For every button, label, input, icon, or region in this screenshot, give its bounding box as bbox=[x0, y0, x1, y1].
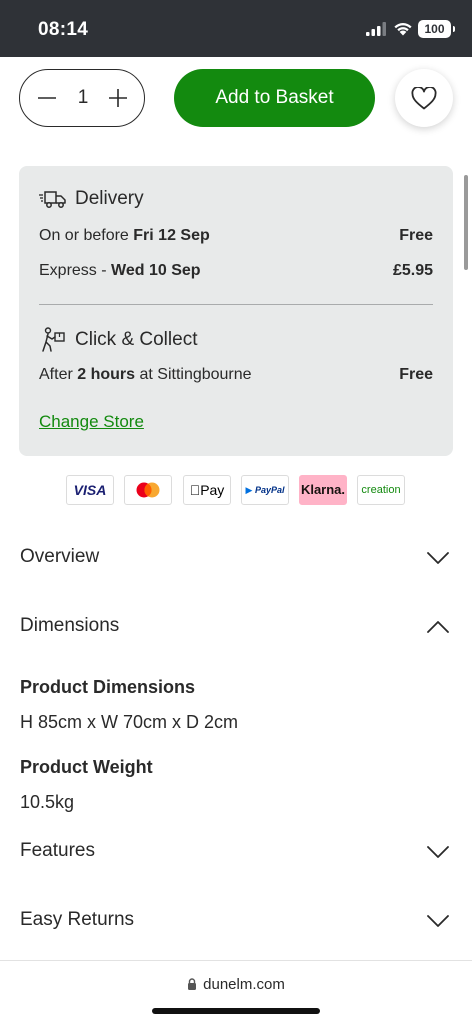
quantity-stepper: 1 bbox=[19, 69, 145, 127]
product-dimensions-title: Product Dimensions bbox=[20, 677, 196, 697]
mastercard-logo bbox=[124, 475, 172, 505]
chevron-down-icon bbox=[427, 552, 449, 564]
apple-pay-label: Pay bbox=[194, 482, 224, 498]
chevron-down-icon bbox=[427, 915, 449, 927]
lock-icon bbox=[188, 978, 197, 990]
delivery-card: Delivery On or before Fri 12 Sep Free Ex… bbox=[19, 166, 453, 456]
click-collect-price: Free bbox=[399, 366, 433, 383]
mastercard-icon bbox=[136, 482, 160, 498]
battery-indicator: 100 bbox=[418, 20, 455, 38]
standard-delivery-row: On or before Fri 12 Sep bbox=[39, 227, 433, 245]
chevron-down-icon bbox=[427, 846, 449, 858]
status-time: 08:14 bbox=[38, 19, 89, 40]
change-store-link[interactable]: Change Store bbox=[39, 412, 144, 432]
divider bbox=[39, 304, 433, 305]
product-weight-title: Product Weight bbox=[20, 757, 153, 777]
click-collect-person-icon bbox=[42, 327, 65, 352]
wishlist-button[interactable] bbox=[395, 69, 453, 127]
express-delivery-date: Wed 10 Sep bbox=[111, 262, 201, 279]
express-delivery-prefix: Express - bbox=[39, 262, 112, 279]
accordion-overview-label: Overview bbox=[20, 546, 100, 567]
click-collect-heading: Click & Collect bbox=[39, 327, 197, 353]
cellular-signal-icon bbox=[366, 22, 386, 36]
paypal-icon: ▶ bbox=[245, 485, 253, 495]
paypal-label: PayPal bbox=[254, 485, 285, 495]
home-indicator[interactable] bbox=[152, 1008, 320, 1014]
accordion-dimensions-label: Dimensions bbox=[20, 615, 120, 636]
status-bar: 08:14 100 bbox=[0, 0, 472, 57]
creation-logo: creation bbox=[357, 475, 405, 505]
express-delivery-price: £5.95 bbox=[392, 262, 433, 279]
accordion-easy-returns[interactable]: Easy Returns bbox=[0, 901, 472, 941]
accordion-features-label: Features bbox=[20, 840, 95, 861]
product-dimensions-value: H 85cm x W 70cm x D 2cm bbox=[20, 712, 239, 732]
product-weight-value: 10.5kg bbox=[20, 792, 75, 812]
quantity-value[interactable]: 1 bbox=[74, 87, 92, 109]
collect-store: at Sittingbourne bbox=[135, 366, 252, 383]
accordion-dimensions[interactable]: Dimensions bbox=[0, 607, 472, 647]
chevron-up-icon bbox=[427, 621, 449, 633]
click-collect-row: After 2 hours at Sittingbourne bbox=[39, 366, 433, 384]
accordion-overview[interactable]: Overview bbox=[0, 538, 472, 578]
click-collect-heading-label: Click & Collect bbox=[75, 329, 198, 350]
standard-delivery-date: Fri 12 Sep bbox=[133, 227, 210, 244]
scrollbar[interactable] bbox=[464, 175, 468, 270]
standard-delivery-price: Free bbox=[399, 227, 433, 244]
minus-icon[interactable] bbox=[36, 87, 58, 109]
heart-icon bbox=[411, 87, 437, 110]
delivery-heading-label: Delivery bbox=[75, 188, 144, 209]
visa-logo: VISA bbox=[66, 475, 114, 505]
browser-address-bar[interactable]: dunelm.com bbox=[0, 960, 472, 1024]
apple-pay-logo: Pay bbox=[183, 475, 231, 505]
wifi-icon bbox=[394, 23, 412, 36]
collect-time: 2 hours bbox=[77, 366, 136, 383]
plus-icon[interactable] bbox=[107, 87, 129, 109]
add-to-basket-button[interactable]: Add to Basket bbox=[174, 69, 375, 127]
url-text: dunelm.com bbox=[203, 976, 285, 993]
klarna-logo: Klarna. bbox=[299, 475, 347, 505]
standard-delivery-prefix: On or before bbox=[39, 227, 134, 244]
express-delivery-row: Express - Wed 10 Sep bbox=[39, 262, 433, 280]
apple-icon:  bbox=[190, 482, 201, 498]
delivery-heading: Delivery bbox=[39, 188, 144, 210]
collect-prefix: After bbox=[39, 366, 78, 383]
accordion-easy-returns-label: Easy Returns bbox=[20, 909, 135, 930]
delivery-truck-icon bbox=[39, 191, 66, 208]
url-display[interactable]: dunelm.com bbox=[0, 976, 472, 993]
accordion-features[interactable]: Features bbox=[0, 832, 472, 872]
paypal-logo: ▶ PayPal bbox=[241, 475, 289, 505]
